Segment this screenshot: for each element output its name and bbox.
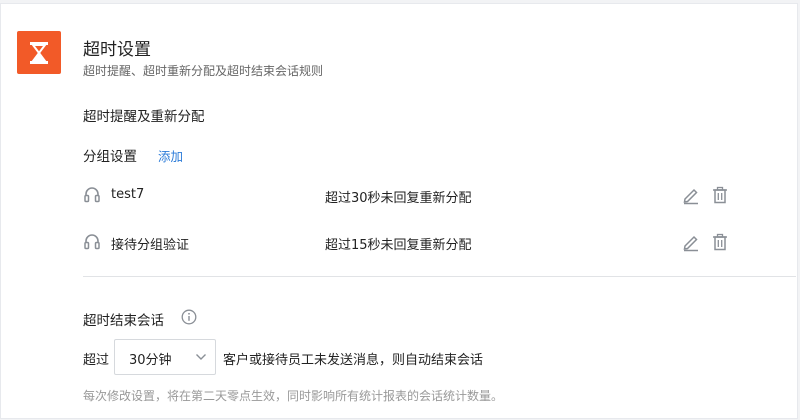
group-row: test7 超过30秒未回复重新分配 (83, 180, 739, 210)
headset-icon (84, 234, 100, 250)
group-row: 接待分组验证 超过15秒未回复重新分配 (83, 227, 739, 257)
reassign-section-title: 超时提醒及重新分配 (83, 109, 205, 125)
headset-icon (84, 187, 100, 203)
duration-select-value: 30分钟 (129, 353, 172, 368)
page-title: 超时设置 (83, 40, 151, 60)
auto-end-description: 客户或接待员工未发送消息，则自动结束会话 (223, 353, 484, 368)
duration-select[interactable]: 30分钟 (114, 339, 216, 375)
trash-icon[interactable] (710, 232, 730, 252)
group-name: test7 (111, 187, 145, 202)
group-settings-label: 分组设置 (83, 149, 137, 165)
edit-icon[interactable] (681, 185, 701, 205)
effective-note: 每次修改设置，将在第二天零点生效，同时影响所有统计报表的会话统计数量。 (83, 389, 504, 403)
trash-icon[interactable] (710, 185, 730, 205)
hourglass-icon (17, 31, 61, 74)
end-session-section-title: 超时结束会话 (83, 313, 164, 329)
group-name: 接待分组验证 (111, 238, 190, 253)
group-rule: 超过30秒未回复重新分配 (325, 191, 472, 206)
section-divider (83, 276, 796, 277)
info-icon[interactable] (181, 309, 197, 325)
edit-icon[interactable] (681, 232, 701, 252)
exceed-label: 超过 (83, 353, 110, 368)
group-rule: 超过15秒未回复重新分配 (325, 238, 472, 253)
page-subtitle: 超时提醒、超时重新分配及超时结束会话规则 (83, 64, 324, 78)
chevron-down-icon (196, 354, 206, 360)
add-group-link[interactable]: 添加 (158, 146, 183, 165)
